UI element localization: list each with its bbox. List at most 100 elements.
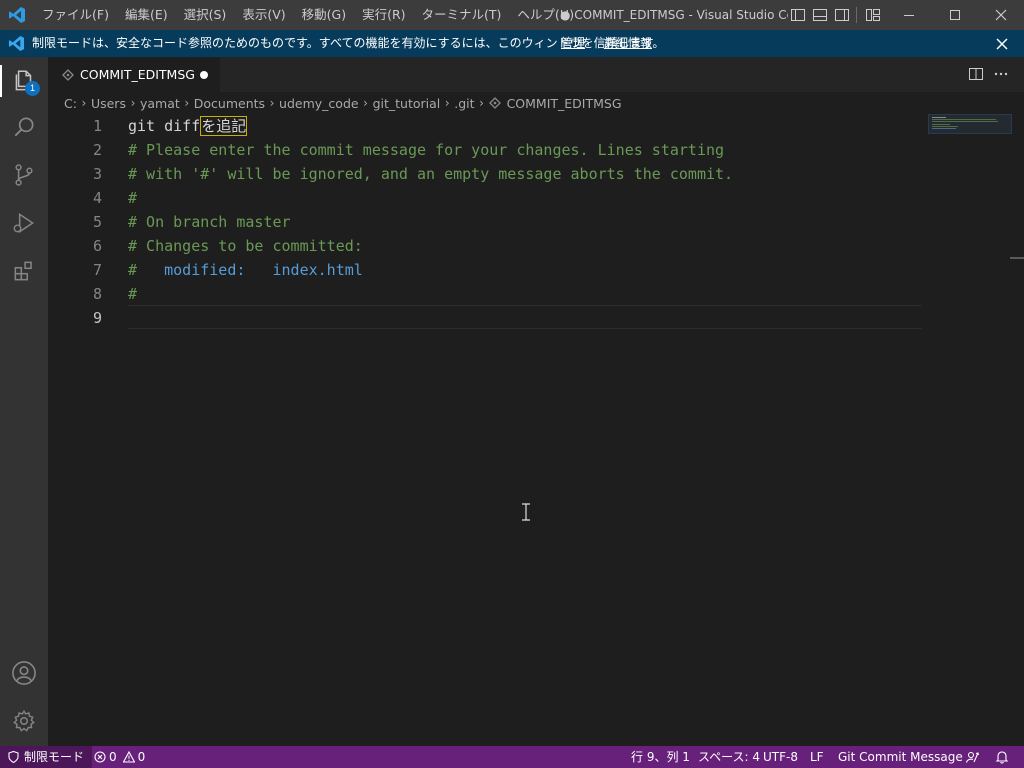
minimap[interactable] xyxy=(928,114,1012,134)
cursor-position[interactable]: 行 9、列 1 xyxy=(631,746,690,768)
editor-line: 2 # Please enter the commit message for … xyxy=(48,138,924,162)
menu-view[interactable]: 表示(V) xyxy=(234,0,293,30)
warning-count: 0 xyxy=(137,750,146,764)
close-icon[interactable] xyxy=(994,36,1010,52)
tab-commit-editmsg[interactable]: COMMIT_EDITMSG xyxy=(48,57,220,92)
encoding-setting[interactable]: UTF-8 xyxy=(763,746,798,768)
banner-manage-link[interactable]: 管理 xyxy=(561,30,585,57)
eol-setting[interactable]: LF xyxy=(810,746,824,768)
minimap-line xyxy=(932,128,956,129)
extensions-icon[interactable] xyxy=(8,255,40,287)
gear-icon[interactable] xyxy=(8,705,40,737)
chevron-right-icon: › xyxy=(479,96,484,110)
code-comment: # with '#' will be ignored, and an empty… xyxy=(128,165,734,183)
vscode-logo-icon xyxy=(8,35,25,52)
code-comment: # On branch master xyxy=(128,213,291,231)
line-number: 7 xyxy=(92,261,102,279)
line-number: 8 xyxy=(92,285,102,303)
minimap-line xyxy=(932,124,950,125)
editor-line: 3 # with '#' will be ignored, and an emp… xyxy=(48,162,924,186)
tab-bar: COMMIT_EDITMSG xyxy=(48,57,1024,92)
restricted-mode-indicator[interactable]: 制限モード xyxy=(0,746,93,768)
code-comment: # xyxy=(128,189,138,207)
line-number: 2 xyxy=(92,141,102,159)
editor-line: 1 git diffを追記 xyxy=(48,114,924,138)
menu-run[interactable]: 実行(R) xyxy=(354,0,413,30)
more-actions-icon[interactable] xyxy=(993,66,1009,82)
chevron-right-icon: › xyxy=(444,96,450,110)
source-control-icon[interactable] xyxy=(8,159,40,191)
banner-details-link[interactable]: 詳細情報 xyxy=(604,30,652,57)
code-line: # modified: index.html xyxy=(128,258,363,282)
tab-label: COMMIT_EDITMSG xyxy=(80,67,195,82)
chevron-right-icon: › xyxy=(184,96,190,110)
indentation-setting[interactable]: スペース: 4 xyxy=(698,746,760,768)
accounts-icon[interactable] xyxy=(8,657,40,689)
breadcrumb-git-tutorial[interactable]: git_tutorial xyxy=(373,96,441,111)
activity-bar: 1 xyxy=(0,57,48,746)
status-bar: 制限モード 0 0 行 9、列 1 スペース: 4 UTF-8 LF Git C… xyxy=(0,746,1024,768)
menu-terminal[interactable]: ターミナル(T) xyxy=(414,0,510,30)
toggle-primary-sidebar-icon[interactable] xyxy=(790,7,806,23)
line-number: 1 xyxy=(92,117,102,135)
code-line: git diffを追記 xyxy=(128,114,248,138)
language-mode[interactable]: Git Commit Message xyxy=(838,746,963,768)
breadcrumb-user[interactable]: yamat xyxy=(140,96,180,111)
window-title: ● COMMIT_EDITMSG - Visual Studio Co... xyxy=(560,8,788,22)
problems-indicator[interactable]: 0 0 xyxy=(94,746,145,768)
line-number: 3 xyxy=(92,165,102,183)
toggle-secondary-sidebar-icon[interactable] xyxy=(834,7,850,23)
editor-line: 6 # Changes to be committed: xyxy=(48,234,924,258)
line-number: 9 xyxy=(92,309,102,327)
breadcrumb-git-folder[interactable]: .git xyxy=(454,96,474,111)
error-icon xyxy=(94,751,106,763)
notifications-bell-icon[interactable] xyxy=(995,746,1009,768)
close-window-button[interactable] xyxy=(978,0,1024,30)
code-comment: # Changes to be committed: xyxy=(128,237,363,255)
menu-file[interactable]: ファイル(F) xyxy=(34,0,117,30)
code-editor[interactable]: 1 git diffを追記 2 # Please enter the commi… xyxy=(48,114,924,746)
minimize-button[interactable] xyxy=(886,0,932,30)
file-icon xyxy=(488,97,501,109)
error-count: 0 xyxy=(109,750,117,764)
commit-text: git diff xyxy=(128,117,201,135)
toggle-panel-icon[interactable] xyxy=(812,7,828,23)
maximize-button[interactable] xyxy=(932,0,978,30)
menu-bar: ファイル(F) 編集(E) 選択(S) 表示(V) 移動(G) 実行(R) ター… xyxy=(34,0,582,30)
warning-icon xyxy=(122,751,135,763)
run-debug-icon[interactable] xyxy=(8,207,40,239)
feedback-icon[interactable] xyxy=(965,746,979,768)
minimap-line xyxy=(932,117,946,118)
breadcrumb-drive[interactable]: C: xyxy=(64,96,77,111)
breadcrumb-users[interactable]: Users xyxy=(91,96,126,111)
line-number: 6 xyxy=(92,237,102,255)
menu-go[interactable]: 移動(G) xyxy=(294,0,354,30)
comment-hash: # xyxy=(128,261,138,279)
vertical-scrollbar[interactable] xyxy=(1010,114,1024,746)
breadcrumb-file[interactable]: COMMIT_EDITMSG xyxy=(507,96,622,111)
breadcrumb: C: › Users › yamat › Documents › udemy_c… xyxy=(64,92,622,114)
editor-line: 7 # modified: index.html xyxy=(48,258,924,282)
active-indicator xyxy=(0,65,2,97)
editor-line: 8 # xyxy=(48,282,924,306)
vscode-logo-icon xyxy=(8,6,26,24)
breadcrumb-documents[interactable]: Documents xyxy=(194,96,265,111)
minimap-line xyxy=(932,121,998,122)
line-number: 5 xyxy=(92,213,102,231)
chevron-right-icon: › xyxy=(81,96,87,110)
restricted-mode-banner: 制限モードは、安全なコード参照のためのものです。すべての機能を有効にするには、こ… xyxy=(0,30,1024,57)
text-cursor-icon xyxy=(520,503,532,521)
menu-edit[interactable]: 編集(E) xyxy=(117,0,176,30)
menu-selection[interactable]: 選択(S) xyxy=(176,0,235,30)
shield-icon xyxy=(8,751,19,763)
explorer-badge: 1 xyxy=(25,81,40,96)
title-divider xyxy=(856,7,857,23)
customize-layout-icon[interactable] xyxy=(865,7,881,23)
unsaved-dot-icon[interactable] xyxy=(200,71,208,79)
search-icon[interactable] xyxy=(8,111,40,143)
scroll-position-marker xyxy=(1010,257,1024,259)
editor-line: 9 xyxy=(48,306,924,330)
line-number: 4 xyxy=(92,189,102,207)
breadcrumb-udemy-code[interactable]: udemy_code xyxy=(279,96,359,111)
split-editor-icon[interactable] xyxy=(968,66,984,82)
